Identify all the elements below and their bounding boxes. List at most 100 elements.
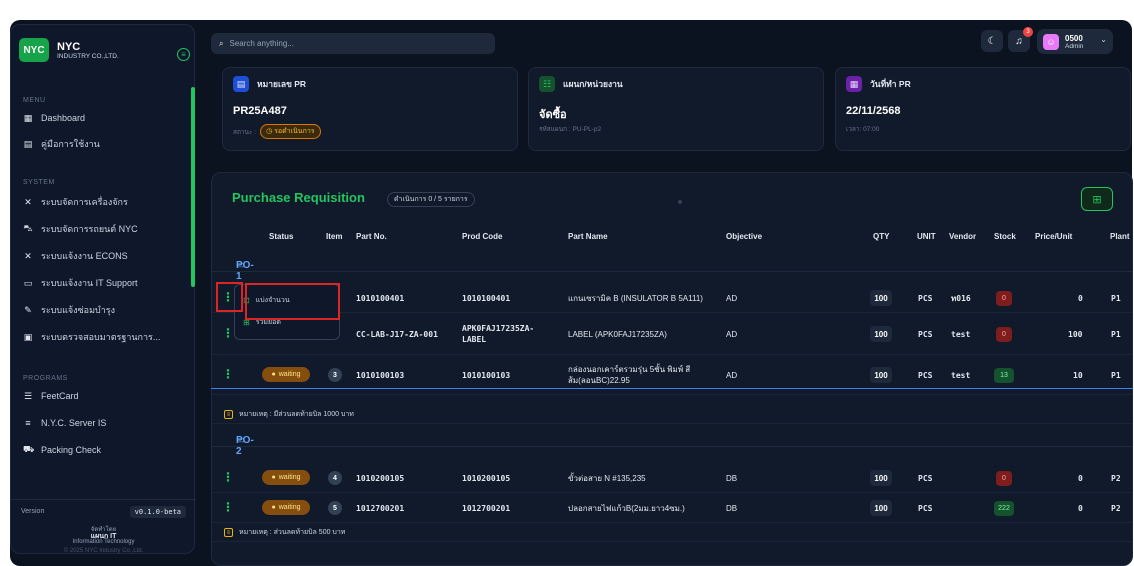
plant: P1 — [1111, 370, 1121, 380]
doc-icon: ▣ — [23, 331, 33, 342]
theme-toggle-button[interactable]: ☾ — [981, 30, 1003, 52]
group-header-po2[interactable]: ▭ PO-2 — [212, 425, 1132, 457]
qty: 100 — [870, 367, 892, 383]
vendor: test — [951, 329, 971, 339]
note-icon: ≡ — [224, 410, 233, 419]
col-objective: Objective — [726, 232, 763, 241]
col-status: Status — [269, 232, 294, 241]
part-no: 1010100103 — [356, 370, 405, 380]
col-qty: QTY — [873, 232, 890, 241]
stock-badge: 0 — [996, 327, 1012, 342]
row-actions-button[interactable]: ⋮ — [222, 470, 234, 484]
part-name: ปลอกสายไฟแก้วB(2มม.ยาว4ซม.) — [568, 503, 685, 513]
sidebar-item-server[interactable]: ≡ N.Y.C. Server IS — [23, 414, 188, 432]
bell-icon: ♫ — [1015, 35, 1023, 47]
department-code: รหัสแผนก : PU-PL-p2 — [539, 126, 602, 133]
chevron-down-icon: ⌄ — [1100, 35, 1107, 44]
item-number: 5 — [328, 501, 342, 515]
part-name: กล่องนอกเคาร์ตรวมรุ่น 5ชั้น พิมพ์ สี ส้ม… — [568, 365, 691, 385]
prod-code: APK0FAJ17235ZA-LABEL — [462, 324, 535, 344]
sidebar-item-standards[interactable]: ▣ ระบบตรวจสอบมาตรฐานการ... — [23, 328, 188, 346]
pr-number: PR25A487 — [233, 105, 287, 117]
part-no: 1012700201 — [356, 503, 405, 513]
prod-code: 1010100401 — [462, 293, 511, 303]
sidebar-item-packing[interactable]: ⛟ Packing Check — [23, 441, 188, 459]
plant: P1 — [1111, 293, 1121, 303]
calendar-icon: ▦ — [846, 76, 862, 92]
row-actions-button[interactable]: ⋮ — [222, 367, 234, 381]
sidebar-collapse-button[interactable]: ≡ — [177, 48, 190, 61]
moon-icon: ☾ — [987, 35, 997, 47]
note-icon: ≡ — [224, 528, 233, 537]
stock-badge: 13 — [994, 368, 1014, 383]
wrench-icon: ✎ — [24, 304, 32, 315]
section-system: SYSTEM — [23, 179, 55, 186]
sidebar-item-maintenance[interactable]: ✎ ระบบแจ้งซ่อมบำรุง — [23, 301, 188, 319]
part-name: แกนเซรามิค B (INSULATOR B 5A111) — [568, 293, 703, 303]
group-header-po1[interactable]: ▭ PO-1 — [212, 250, 1132, 282]
row-actions-button[interactable]: ⋮ — [222, 326, 234, 340]
avatar: ☺ — [1043, 34, 1059, 50]
status-badge: ● waiting — [262, 470, 310, 485]
hierarchy-icon: ⊞ — [1092, 193, 1102, 206]
progress-badge: ดำเนินการ 0 / 5 รายการ — [387, 192, 475, 207]
sidebar-item-dashboard[interactable]: ▦ Dashboard — [23, 109, 188, 127]
table-row: ⋮ ● waiting 3 1010100103 1010100103 กล่อ… — [212, 355, 1132, 395]
price: 0 — [1078, 503, 1083, 513]
brand[interactable]: NYC NYC INDUSTRY CO.,LTD. — [19, 33, 187, 67]
brand-logo: NYC — [19, 38, 49, 62]
sidebar-item-manual[interactable]: ▤ คู่มือการใช้งาน — [23, 135, 188, 153]
status-badge: ● waiting — [262, 367, 310, 382]
po2-note: ≡ หมายเหตุ : ส่วนลดท้ายบิล 500 บาท — [212, 524, 1132, 542]
unit: PCS — [918, 473, 933, 483]
item-number: 4 — [328, 471, 342, 485]
dept-en: Information Technology — [72, 539, 135, 545]
row-actions-button[interactable]: ⋮ — [222, 500, 234, 514]
po1-note: ≡ หมายเหตุ : มีส่วนลดท้ายบิล 1000 บาท — [212, 406, 1132, 424]
stock-badge: 0 — [996, 291, 1012, 306]
brand-name: NYC — [57, 40, 81, 53]
user-menu[interactable]: ☺ 0500 Admin ⌄ — [1037, 29, 1113, 54]
department-value: จัดซื้อ — [539, 109, 567, 121]
col-plant: Plant — [1110, 232, 1130, 241]
purchase-requisition-panel: Purchase Requisition ดำเนินการ 0 / 5 ราย… — [211, 172, 1133, 566]
card-pr-date: ▦ วันที่ทำ PR 22/11/2568 เวลา: 07:00 — [835, 67, 1131, 151]
pr-time: เวลา: 07:00 — [846, 126, 880, 133]
indicator-dot — [678, 200, 682, 204]
sidebar-item-it-support[interactable]: ▭ ระบบแจ้งงาน IT Support — [23, 274, 188, 292]
col-part-no: Part No. — [356, 232, 387, 241]
sidebar-item-econs[interactable]: ✕ ระบบแจ้งงาน ECONS — [23, 247, 188, 265]
highlight-kebab — [216, 282, 243, 312]
plant: P1 — [1111, 329, 1121, 339]
group-divider — [211, 388, 1133, 389]
col-part-name: Part Name — [568, 232, 608, 241]
version-label: Version — [21, 508, 45, 515]
unit: PCS — [918, 370, 933, 380]
col-stock: Stock — [994, 232, 1016, 241]
objective: AD — [726, 370, 738, 380]
table-row: ⋮ ● waiting 4 1010200105 1010200105 ขั้ว… — [212, 463, 1132, 493]
table-row: ⋮ CC-LAB-J17-ZA-001 APK0FAJ17235ZA-LABEL… — [212, 313, 1132, 355]
status-badge: ● waiting — [262, 500, 310, 515]
version-badge: v0.1.0-beta — [129, 506, 186, 518]
grid-icon: ▦ — [23, 112, 33, 123]
sidebar-item-machinery[interactable]: ✕ ระบบจัดการเครื่องจักร — [23, 193, 188, 211]
pr-date: 22/11/2568 — [846, 105, 901, 117]
part-name: ขั้วต่อสาย N #135,235 — [568, 473, 646, 483]
objective: DB — [726, 473, 738, 483]
search-input[interactable]: ⌕ Search anything... — [211, 33, 495, 54]
price: 0 — [1078, 473, 1083, 483]
sidebar-item-cars[interactable]: ⛍ ระบบจัดการรถยนต์ NYC — [23, 220, 188, 238]
stock-badge: 0 — [996, 471, 1012, 486]
user-role: Admin — [1065, 43, 1084, 50]
notification-button[interactable]: ♫ 3 — [1008, 27, 1033, 52]
group-button[interactable]: ⊞ — [1081, 187, 1113, 211]
col-price: Price/Unit — [1035, 232, 1073, 241]
tools-icon: ✕ — [24, 196, 32, 207]
price: 100 — [1068, 329, 1083, 339]
book-icon: ▤ — [23, 138, 33, 149]
sidebar-item-feetcard[interactable]: ☰ FeetCard — [23, 387, 188, 405]
col-vendor: Vendor — [949, 232, 977, 241]
status-badge: ◷ รอดำเนินการ — [260, 124, 321, 139]
sidebar-scrollbar[interactable] — [191, 87, 195, 287]
